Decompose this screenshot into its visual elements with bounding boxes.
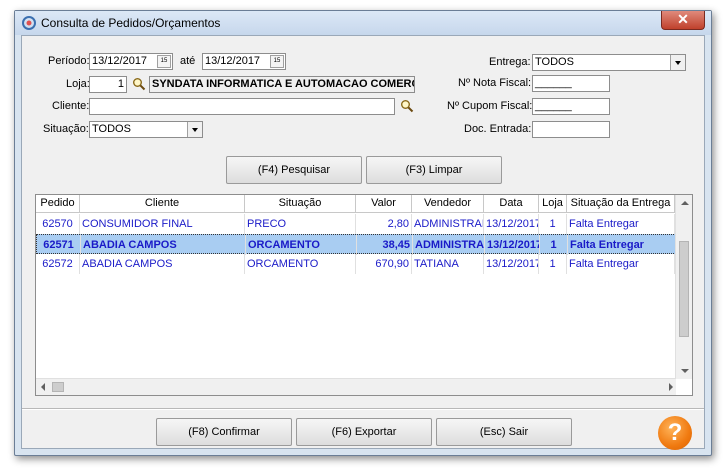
cliente-field[interactable] xyxy=(89,98,395,115)
search-icon[interactable] xyxy=(400,99,414,113)
cell-data: 13/12/2017 xyxy=(484,214,539,234)
table-header: Pedido Cliente Situação Valor Vendedor D… xyxy=(36,195,676,213)
scroll-left-icon[interactable] xyxy=(41,383,45,391)
situacao-select[interactable]: TODOS xyxy=(89,121,203,138)
chevron-down-icon[interactable] xyxy=(670,55,685,70)
doc-entrada-field[interactable] xyxy=(532,121,610,138)
title-bar: Consulta de Pedidos/Orçamentos ✕ xyxy=(15,11,711,35)
cell-entrega: Falta Entregar xyxy=(568,235,676,255)
cell-entrega: Falta Entregar xyxy=(567,254,675,274)
cell-situacao: PRECO xyxy=(245,214,356,234)
scroll-right-icon[interactable] xyxy=(669,383,673,391)
client-area: Período: 13/12/2017 15 até 13/12/2017 15… xyxy=(21,35,705,450)
cell-loja: 1 xyxy=(539,254,567,274)
col-cliente[interactable]: Cliente xyxy=(80,195,245,213)
exportar-button[interactable]: (F6) Exportar xyxy=(296,418,432,446)
col-situacao[interactable]: Situação xyxy=(245,195,356,213)
cell-situacao: ORCAMENTO xyxy=(246,235,357,255)
entrega-value: TODOS xyxy=(535,56,574,68)
col-loja[interactable]: Loja xyxy=(539,195,567,213)
col-situacao-entrega[interactable]: Situação da Entrega xyxy=(567,195,675,213)
table-row-selected[interactable]: 62571 ABADIA CAMPOS ORCAMENTO 38,45 ADMI… xyxy=(36,234,676,255)
cliente-label: Cliente: xyxy=(52,100,90,112)
horizontal-scrollbar[interactable] xyxy=(36,378,676,395)
confirmar-button[interactable]: (F8) Confirmar xyxy=(156,418,292,446)
cell-loja: 1 xyxy=(539,214,567,234)
search-icon[interactable] xyxy=(132,77,146,91)
cell-pedido: 62570 xyxy=(36,214,80,234)
periodo-from-field[interactable]: 13/12/2017 15 xyxy=(89,53,173,70)
cell-vendedor: ADMINISTRAD xyxy=(412,214,484,234)
help-icon[interactable]: ? xyxy=(658,416,692,450)
cupom-fiscal-label: Nº Cupom Fiscal: xyxy=(447,100,533,112)
table-row[interactable]: 62572 ABADIA CAMPOS ORCAMENTO 670,90 TAT… xyxy=(36,254,676,274)
situacao-value: TODOS xyxy=(92,123,131,135)
cell-loja: 1 xyxy=(540,235,568,255)
col-pedido[interactable]: Pedido xyxy=(36,195,80,213)
cell-vendedor: ADMINISTRAD xyxy=(413,235,485,255)
cell-entrega: Falta Entregar xyxy=(567,214,675,234)
nota-fiscal-field[interactable]: ______ xyxy=(532,75,610,92)
cell-valor: 670,90 xyxy=(356,254,412,274)
cupom-fiscal-field[interactable]: ______ xyxy=(532,98,610,115)
scroll-up-icon[interactable] xyxy=(681,201,689,205)
cell-valor: 38,45 xyxy=(357,235,413,255)
orders-table[interactable]: Pedido Cliente Situação Valor Vendedor D… xyxy=(35,194,693,396)
app-icon xyxy=(22,16,36,30)
cell-cliente: ABADIA CAMPOS xyxy=(80,254,245,274)
vertical-scroll-thumb[interactable] xyxy=(679,241,689,337)
periodo-to-field[interactable]: 13/12/2017 15 xyxy=(202,53,286,70)
entrega-select[interactable]: TODOS xyxy=(532,54,686,71)
cell-vendedor: TATIANA xyxy=(412,254,484,274)
ate-label: até xyxy=(180,55,196,67)
periodo-to-value: 13/12/2017 xyxy=(205,55,261,67)
periodo-from-value: 13/12/2017 xyxy=(92,55,148,67)
scroll-down-icon[interactable] xyxy=(681,369,689,373)
doc-entrada-label: Doc. Entrada: xyxy=(464,123,532,135)
calendar-icon[interactable]: 15 xyxy=(157,55,171,68)
vertical-scrollbar[interactable] xyxy=(675,195,692,379)
cell-data: 13/12/2017 xyxy=(484,254,539,274)
window: Consulta de Pedidos/Orçamentos ✕ Período… xyxy=(14,10,712,456)
limpar-button[interactable]: (F3) Limpar xyxy=(366,156,502,184)
col-data[interactable]: Data xyxy=(484,195,539,213)
cell-situacao: ORCAMENTO xyxy=(245,254,356,274)
situacao-label: Situação: xyxy=(43,123,89,135)
horizontal-scroll-thumb[interactable] xyxy=(52,382,64,392)
table-row[interactable]: 62570 CONSUMIDOR FINAL PRECO 2,80 ADMINI… xyxy=(36,214,676,234)
cell-pedido: 62572 xyxy=(36,254,80,274)
calendar-icon[interactable]: 15 xyxy=(270,55,284,68)
chevron-down-icon[interactable] xyxy=(187,122,202,137)
cell-pedido: 62571 xyxy=(37,235,81,255)
col-valor[interactable]: Valor xyxy=(356,195,412,213)
loja-name-field: SYNDATA INFORMATICA E AUTOMACAO COMERCIA… xyxy=(149,76,415,93)
cell-valor: 2,80 xyxy=(356,214,412,234)
sair-button[interactable]: (Esc) Sair xyxy=(436,418,572,446)
cell-cliente: ABADIA CAMPOS xyxy=(81,235,246,255)
col-vendedor[interactable]: Vendedor xyxy=(412,195,484,213)
separator xyxy=(22,408,704,410)
loja-label: Loja: xyxy=(66,78,90,90)
loja-code-field[interactable]: 1 xyxy=(89,76,127,93)
window-title: Consulta de Pedidos/Orçamentos xyxy=(41,16,221,30)
entrega-label: Entrega: xyxy=(489,56,531,68)
cell-cliente: CONSUMIDOR FINAL xyxy=(80,214,245,234)
pesquisar-button[interactable]: (F4) Pesquisar xyxy=(226,156,362,184)
close-icon[interactable]: ✕ xyxy=(661,11,705,30)
nota-fiscal-label: Nº Nota Fiscal: xyxy=(458,77,532,89)
periodo-label: Período: xyxy=(48,55,90,67)
cell-data: 13/12/2017 xyxy=(485,235,540,255)
